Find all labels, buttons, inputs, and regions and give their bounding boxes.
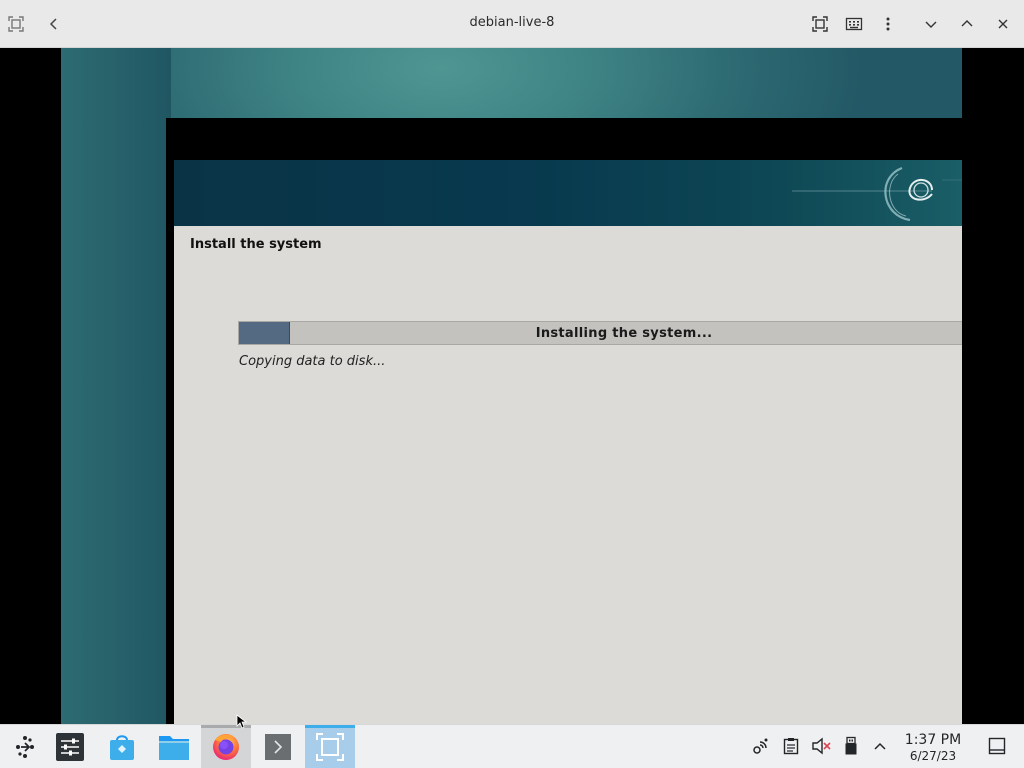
- clock-date: 6/27/23: [909, 749, 957, 763]
- expand-tray-icon[interactable]: [870, 736, 890, 756]
- status-text: Copying data to disk...: [239, 354, 386, 369]
- clock-time: 1:37 PM: [904, 732, 962, 748]
- show-desktop-icon[interactable]: [987, 736, 1007, 756]
- discover-store-icon[interactable]: [97, 725, 147, 768]
- installer-window-frame: Install the system Installing the system…: [166, 118, 962, 724]
- remote-viewer-icon[interactable]: [305, 725, 355, 768]
- clock[interactable]: 1:37 PM 6/27/23: [898, 732, 968, 763]
- back-icon[interactable]: [42, 12, 66, 36]
- mouse-cursor-icon: [236, 714, 248, 729]
- window-title: debian-live-8: [469, 15, 555, 30]
- close-icon[interactable]: [991, 12, 1015, 36]
- fullscreen-icon[interactable]: [808, 12, 832, 36]
- minimize-icon[interactable]: [919, 12, 943, 36]
- file-manager-icon[interactable]: [149, 725, 199, 768]
- debian-banner: [174, 160, 962, 226]
- network-icon[interactable]: [751, 736, 771, 756]
- firefox-icon[interactable]: [201, 725, 251, 768]
- terminal-icon[interactable]: [253, 725, 303, 768]
- installer-window: Install the system Installing the system…: [174, 160, 962, 724]
- application-launcher-icon[interactable]: [0, 725, 50, 768]
- volume-muted-icon[interactable]: [811, 736, 831, 756]
- install-progress-bar: Installing the system...: [238, 321, 962, 345]
- debian-swirl-logo: [792, 166, 962, 222]
- clipboard-icon[interactable]: [781, 736, 801, 756]
- usb-device-icon[interactable]: [841, 736, 861, 756]
- window-titlebar: debian-live-8: [0, 0, 1024, 48]
- vm-viewport[interactable]: Install the system Installing the system…: [0, 48, 1024, 724]
- vm-desktop-background: Install the system Installing the system…: [61, 48, 962, 724]
- more-icon[interactable]: [876, 12, 900, 36]
- progress-label: Installing the system...: [535, 326, 713, 341]
- maximize-icon[interactable]: [955, 12, 979, 36]
- app-icon: [4, 12, 28, 36]
- keyboard-icon[interactable]: [842, 12, 866, 36]
- section-title: Install the system: [190, 237, 322, 252]
- settings-icon[interactable]: [45, 725, 95, 768]
- taskbar: 1:37 PM 6/27/23: [0, 724, 1024, 768]
